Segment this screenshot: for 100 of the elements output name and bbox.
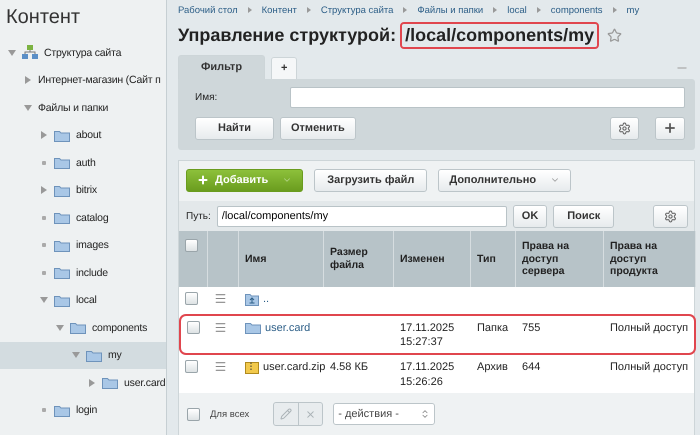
filter-tab[interactable]: + [271, 56, 298, 79]
tree-item[interactable]: components [92, 322, 148, 334]
settings-button[interactable] [653, 204, 688, 228]
table-cell: Полный доступ [604, 314, 696, 356]
collapse-arrow-icon[interactable] [40, 297, 48, 304]
separator-arrow-icon [612, 7, 617, 14]
file-link[interactable]: .. [245, 292, 270, 306]
file-link[interactable]: user.card.zip [245, 360, 326, 375]
expand-arrow-icon[interactable] [89, 378, 95, 387]
tree-item[interactable]: Структура сайта [44, 46, 122, 59]
checkbox[interactable] [185, 360, 198, 374]
checkbox[interactable] [185, 292, 198, 305]
star-icon[interactable] [607, 28, 622, 43]
separator-arrow-icon [536, 7, 541, 14]
plus-icon [663, 121, 677, 136]
tree-item[interactable]: Файлы и папки [38, 102, 108, 114]
breadcrumb-link[interactable]: Структура сайта [320, 4, 394, 16]
tree-item[interactable]: auth [76, 156, 96, 169]
checkbox[interactable] [185, 238, 198, 252]
tree-item[interactable]: images [76, 239, 109, 252]
collapse-arrow-icon[interactable] [8, 50, 16, 56]
path-button[interactable]: OK [512, 204, 548, 228]
table-cell: 755 [516, 314, 604, 356]
breadcrumb-link[interactable]: Рабочий стол [178, 4, 238, 16]
collapse-arrow-icon[interactable] [24, 104, 32, 111]
breadcrumb-link[interactable]: components [550, 4, 603, 16]
path-input[interactable]: /local/components/my [216, 206, 507, 227]
menu-icon[interactable] [214, 360, 227, 374]
separator-arrow-icon [306, 7, 311, 14]
menu-icon[interactable] [214, 292, 227, 305]
table-cell: 17.11.2025 15:27:37 [394, 314, 471, 356]
gear-icon [618, 122, 631, 135]
archive-icon [245, 361, 259, 374]
table-cell-text: 4.58 КБ [329, 360, 370, 376]
column-header: Размер файла [324, 230, 394, 287]
tree-item[interactable]: include [76, 266, 108, 279]
tree-item[interactable]: about [76, 129, 102, 142]
actions-select[interactable]: - действия - [333, 403, 436, 425]
updown-arrows-icon [420, 409, 430, 419]
filter-button[interactable]: Найти [195, 116, 274, 140]
more-button[interactable]: Дополнительно [438, 168, 572, 192]
tree-item[interactable]: Интернет-магазин (Сайт п [38, 74, 161, 86]
column-header: Имя [239, 230, 324, 287]
settings-button[interactable] [610, 116, 639, 140]
breadcrumb-link[interactable]: local [507, 4, 527, 16]
column-header: Тип [471, 230, 516, 287]
tree-item[interactable]: login [76, 404, 98, 416]
folder-icon [54, 156, 70, 170]
breadcrumb-link[interactable]: Контент [262, 4, 297, 16]
checkbox-label: Для всех [210, 408, 250, 420]
menu-icon[interactable] [214, 320, 227, 334]
tree-item[interactable]: bitrix [76, 184, 97, 196]
plus-icon [197, 174, 209, 186]
folder-icon [54, 404, 70, 417]
page-title: Управление структурой: [178, 24, 396, 46]
pencil-icon [280, 408, 292, 420]
checkbox[interactable] [187, 320, 200, 334]
separator-arrow-icon [248, 7, 252, 14]
column-header: Права на доступ сервера [516, 230, 604, 287]
table-cell-text: Полный доступ [609, 360, 690, 376]
separator-arrow-icon [493, 7, 498, 14]
table-cell-text: Архив [476, 360, 509, 376]
expand-arrow-icon[interactable] [25, 76, 31, 84]
tree-item[interactable]: user.card [124, 376, 166, 389]
table-cell-text: 644 [521, 360, 542, 376]
filter-tab[interactable]: Фильтр [178, 54, 266, 79]
breadcrumb-link[interactable]: my [626, 4, 640, 16]
folder-icon [54, 238, 70, 252]
upload-button[interactable]: Загрузить файл [314, 168, 428, 192]
folder-icon [54, 211, 70, 224]
path-label: Путь: [186, 210, 211, 222]
file-link[interactable]: user.card [245, 320, 310, 336]
table-cell-text: 17.11.2025 15:26:26 [399, 360, 456, 390]
folder-icon [86, 348, 102, 362]
filter-button[interactable]: Отменить [280, 116, 356, 140]
sitemap-icon [22, 45, 38, 60]
parent-folder-icon [245, 292, 259, 306]
expand-arrow-icon[interactable] [41, 186, 47, 194]
tree-item[interactable]: local [76, 294, 97, 306]
path-button[interactable]: Поиск [553, 204, 614, 228]
folder-icon [54, 184, 70, 197]
field-label: Имя: [195, 92, 218, 103]
folder-icon [54, 128, 70, 142]
column-header: Права на доступ продукта [604, 230, 696, 287]
checkbox[interactable] [187, 408, 200, 420]
tree-item[interactable]: my [108, 349, 122, 362]
folder-icon [70, 321, 86, 334]
add-button[interactable] [655, 116, 685, 140]
gear-icon [664, 210, 677, 223]
name-input[interactable] [290, 86, 685, 108]
collapse-arrow-icon[interactable] [72, 352, 80, 358]
column-header: Изменен [394, 230, 471, 287]
collapse-arrow-icon[interactable] [56, 324, 64, 331]
folder-icon [245, 321, 261, 334]
expand-arrow-icon[interactable] [41, 131, 47, 140]
breadcrumb-link[interactable]: Файлы и папки [417, 4, 484, 16]
separator-arrow-icon [403, 7, 408, 14]
page-title-path: /local/components/my [400, 22, 600, 49]
tree-item[interactable]: catalog [76, 212, 108, 224]
table-cell: Папка [471, 314, 516, 356]
